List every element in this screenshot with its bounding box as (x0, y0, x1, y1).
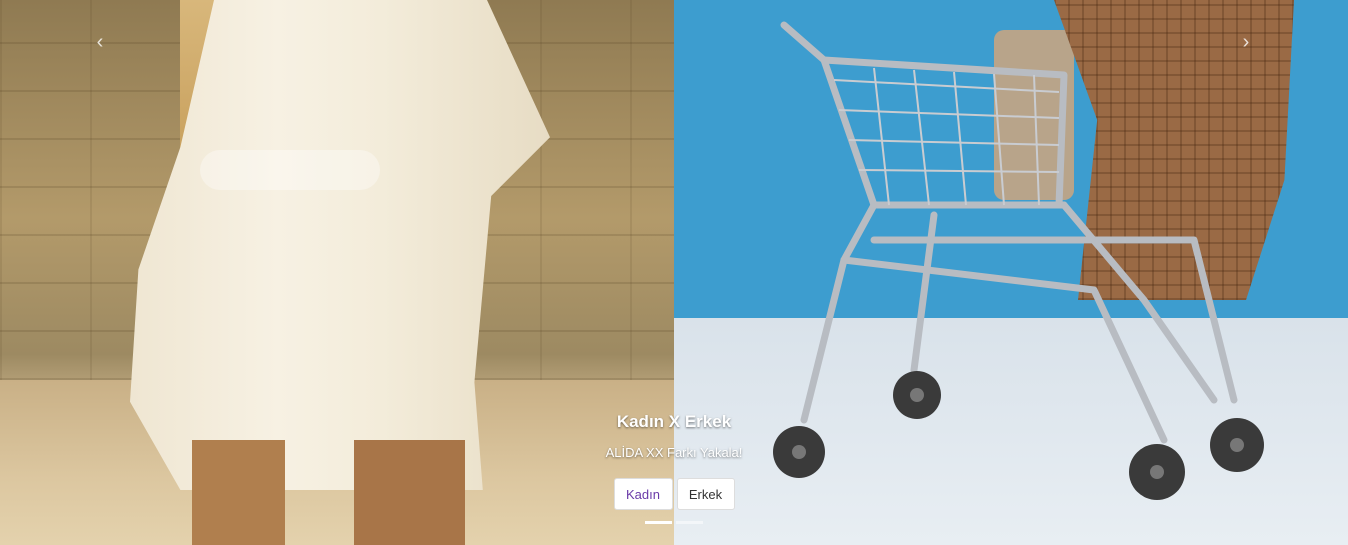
indicator-slide-2[interactable] (676, 521, 703, 524)
carousel-caption-title: Kadın X Erkek (616, 412, 732, 431)
caption-button-group: Kadın Erkek (0, 478, 1348, 510)
indicator-slide-1[interactable] (645, 521, 672, 524)
shopping-cart-image (773, 21, 1264, 500)
chevron-right-icon[interactable]: › (1236, 32, 1256, 52)
women-button[interactable]: Kadın (613, 478, 673, 510)
hero-carousel: ‹ › Kadın X Erkek ALİDA XX Farkı Yakala!… (0, 0, 1348, 545)
men-button[interactable]: Erkek (676, 478, 735, 510)
slide-image-women (0, 0, 674, 545)
carousel-indicators (0, 521, 1348, 524)
slide-image-men (674, 0, 1348, 545)
carousel-caption-subtitle: ALİDA XX Farkı Yakala! (605, 445, 743, 460)
chevron-left-icon[interactable]: ‹ (90, 32, 110, 52)
dress-belt (200, 150, 380, 190)
